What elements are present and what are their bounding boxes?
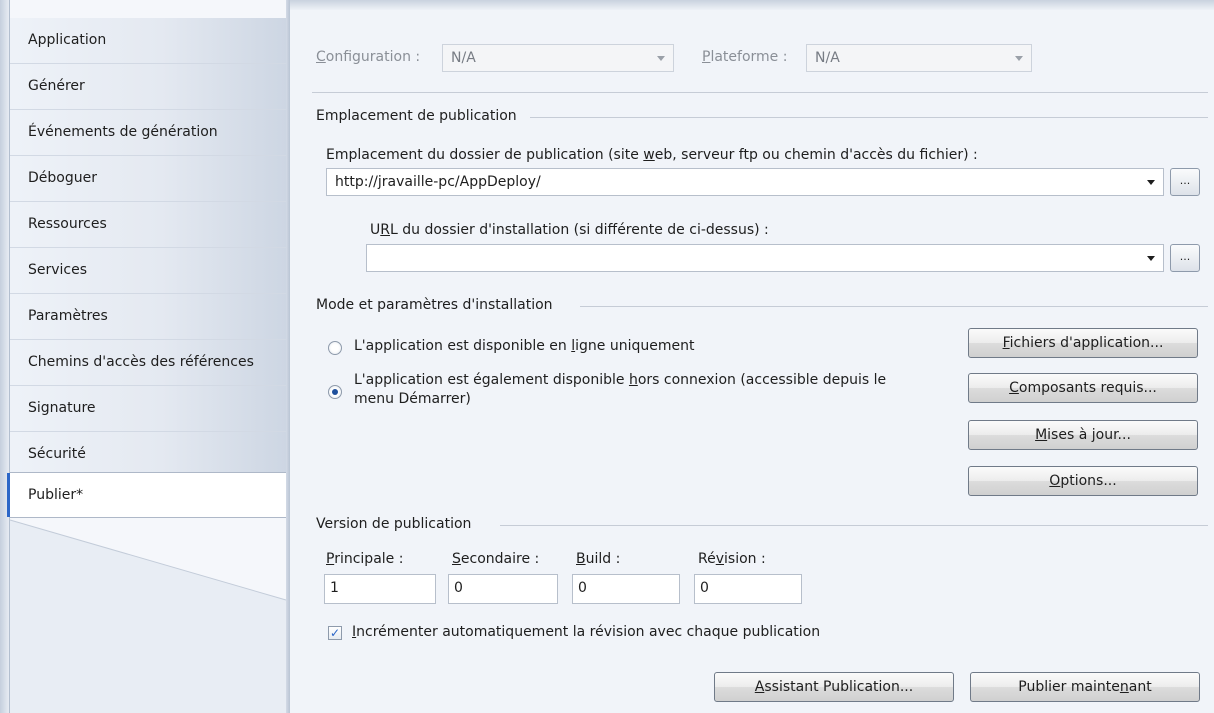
updates-button[interactable]: Mises à jour... <box>968 420 1198 450</box>
auto-increment-label: Incrémenter automatiquement la révision … <box>352 624 821 640</box>
revision-label: Révision : <box>698 551 766 567</box>
major-label: Principale : <box>326 551 404 567</box>
group-title-publish-location: Emplacement de publication <box>316 108 527 124</box>
revision-version-input[interactable]: 0 <box>694 574 802 604</box>
auto-increment-checkbox[interactable]: ✓ <box>328 626 342 640</box>
publish-folder-label: Emplacement du dossier de publication (s… <box>326 147 978 163</box>
browse-publish-folder-button[interactable]: ... <box>1170 168 1200 196</box>
group-line <box>500 525 1208 526</box>
publish-folder-value: http://jravaille-pc/AppDeploy/ <box>335 174 541 190</box>
configuration-label: Configuration : <box>316 49 421 65</box>
publish-wizard-button[interactable]: Assistant Publication... <box>714 672 954 702</box>
platform-label: Plateforme : <box>702 49 788 65</box>
panel-top-edge <box>290 0 1214 10</box>
online-only-label: L'application est disponible en ligne un… <box>354 338 695 354</box>
build-version-input[interactable]: 0 <box>572 574 680 604</box>
platform-value: N/A <box>815 50 840 66</box>
group-title-publish-version: Version de publication <box>316 516 482 532</box>
chevron-down-icon <box>657 56 665 61</box>
build-label: Build : <box>576 551 621 567</box>
configuration-value: N/A <box>451 50 476 66</box>
install-url-input[interactable] <box>366 244 1164 272</box>
property-page-sidebar: Application Générer Événements de généra… <box>0 0 290 713</box>
radio-online-only[interactable] <box>328 341 342 355</box>
minor-label: Secondaire : <box>452 551 540 567</box>
configuration-select[interactable]: N/A <box>442 44 674 72</box>
platform-select[interactable]: N/A <box>806 44 1032 72</box>
application-files-button[interactable]: Fichiers d'application... <box>968 328 1198 358</box>
chevron-down-icon <box>1015 56 1023 61</box>
install-url-label: URL du dossier d'installation (si différ… <box>370 222 769 238</box>
sidebar-decoration-curve <box>9 519 287 713</box>
chevron-down-icon <box>1147 180 1155 185</box>
group-line <box>580 306 1208 307</box>
radio-offline-available[interactable] <box>328 385 342 399</box>
options-button[interactable]: Options... <box>968 466 1198 496</box>
chevron-down-icon <box>1147 256 1155 261</box>
offline-label-line2: menu Démarrer) <box>354 391 471 407</box>
publish-folder-input[interactable]: http://jravaille-pc/AppDeploy/ <box>326 168 1164 196</box>
group-title-install-mode: Mode et paramètres d'installation <box>316 297 563 313</box>
minor-version-input[interactable]: 0 <box>448 574 558 604</box>
browse-install-url-button[interactable]: ... <box>1170 244 1200 272</box>
publish-property-page: Configuration : N/A Plateforme : N/A Emp… <box>290 0 1214 713</box>
major-version-input[interactable]: 1 <box>324 574 436 604</box>
group-line <box>530 117 1208 118</box>
offline-label: L'application est également disponible h… <box>354 372 887 388</box>
prerequisites-button[interactable]: Composants requis... <box>968 373 1198 403</box>
separator <box>312 92 1208 93</box>
publish-now-button[interactable]: Publier maintenant <box>970 672 1200 702</box>
